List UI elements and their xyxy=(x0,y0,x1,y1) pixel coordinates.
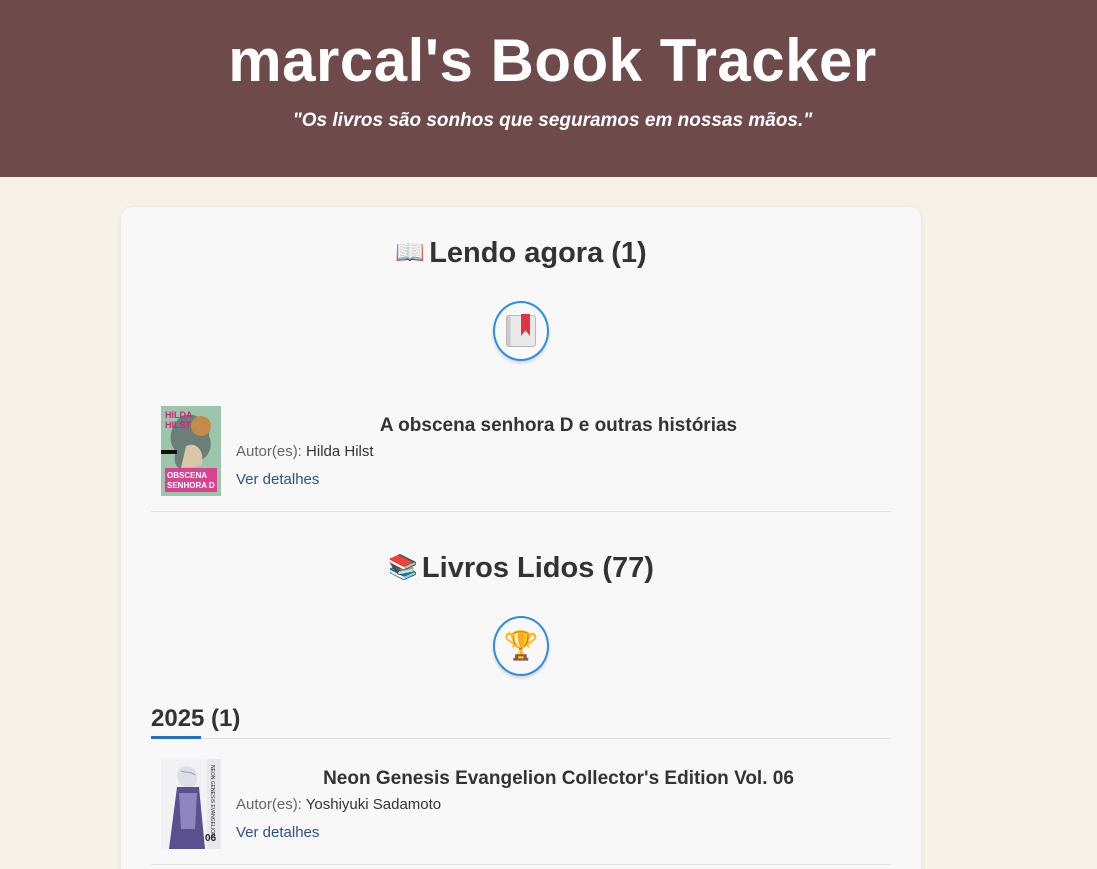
books-card: 📖 Lendo agora (1) HILDA HILST OBSCENA SEN… xyxy=(121,207,921,869)
reading-section-label: Lendo agora (1) xyxy=(429,237,647,269)
author-name: Hilda Hilst xyxy=(306,443,374,460)
trophy-icon: 🏆 xyxy=(503,630,539,661)
read-toggle-button[interactable]: 🏆 xyxy=(493,616,549,676)
book-row-reading: HILDA HILST OBSCENA SENHORA D A obscena … xyxy=(151,406,891,512)
read-section-title: 📚 Livros Lidos (77) xyxy=(121,552,921,585)
reading-toggle-button[interactable] xyxy=(493,301,549,361)
site-quote: "Os livros são sonhos que seguramos em n… xyxy=(292,110,813,131)
book-author: Autor(es): Hilda Hilst xyxy=(236,443,374,460)
book-row-read: NEON GENESIS EVANGELION 06 Neon Genesis … xyxy=(151,759,891,865)
read-section-label: Livros Lidos (77) xyxy=(421,552,654,584)
bookmark-book-icon xyxy=(506,314,536,347)
svg-text:SENHORA D: SENHORA D xyxy=(167,481,215,490)
author-name: Yoshiyuki Sadamoto xyxy=(305,796,442,813)
svg-text:NEON GENESIS EVANGELION: NEON GENESIS EVANGELION xyxy=(209,765,215,837)
book-title: A obscena senhora D e outras histórias xyxy=(379,415,738,436)
svg-text:HILST: HILST xyxy=(165,420,192,430)
svg-text:OBSCENA: OBSCENA xyxy=(167,471,207,480)
year-divider xyxy=(151,738,891,739)
books-stack-icon: 📚 xyxy=(388,554,418,581)
open-book-icon: 📖 xyxy=(395,239,426,266)
book-cover[interactable]: HILDA HILST OBSCENA SENHORA D xyxy=(161,406,221,496)
view-details-link[interactable]: Ver detalhes xyxy=(236,824,319,841)
year-underline xyxy=(151,736,201,739)
svg-text:06: 06 xyxy=(205,833,217,844)
book-title: Neon Genesis Evangelion Collector's Edit… xyxy=(323,768,794,789)
site-title: marcal's Book Tracker xyxy=(228,27,877,94)
author-label: Autor(es): xyxy=(236,443,302,460)
book-cover[interactable]: NEON GENESIS EVANGELION 06 xyxy=(161,759,221,849)
author-label: Autor(es): xyxy=(236,796,302,813)
year-heading[interactable]: 2025 (1) xyxy=(151,705,240,733)
svg-text:HILDA: HILDA xyxy=(165,410,193,420)
view-details-link[interactable]: Ver detalhes xyxy=(236,471,319,488)
reading-section-title: 📖 Lendo agora (1) xyxy=(121,237,921,270)
site-header: marcal's Book Tracker "Os livros são son… xyxy=(0,0,1097,177)
book-author: Autor(es): Yoshiyuki Sadamoto xyxy=(236,796,441,813)
